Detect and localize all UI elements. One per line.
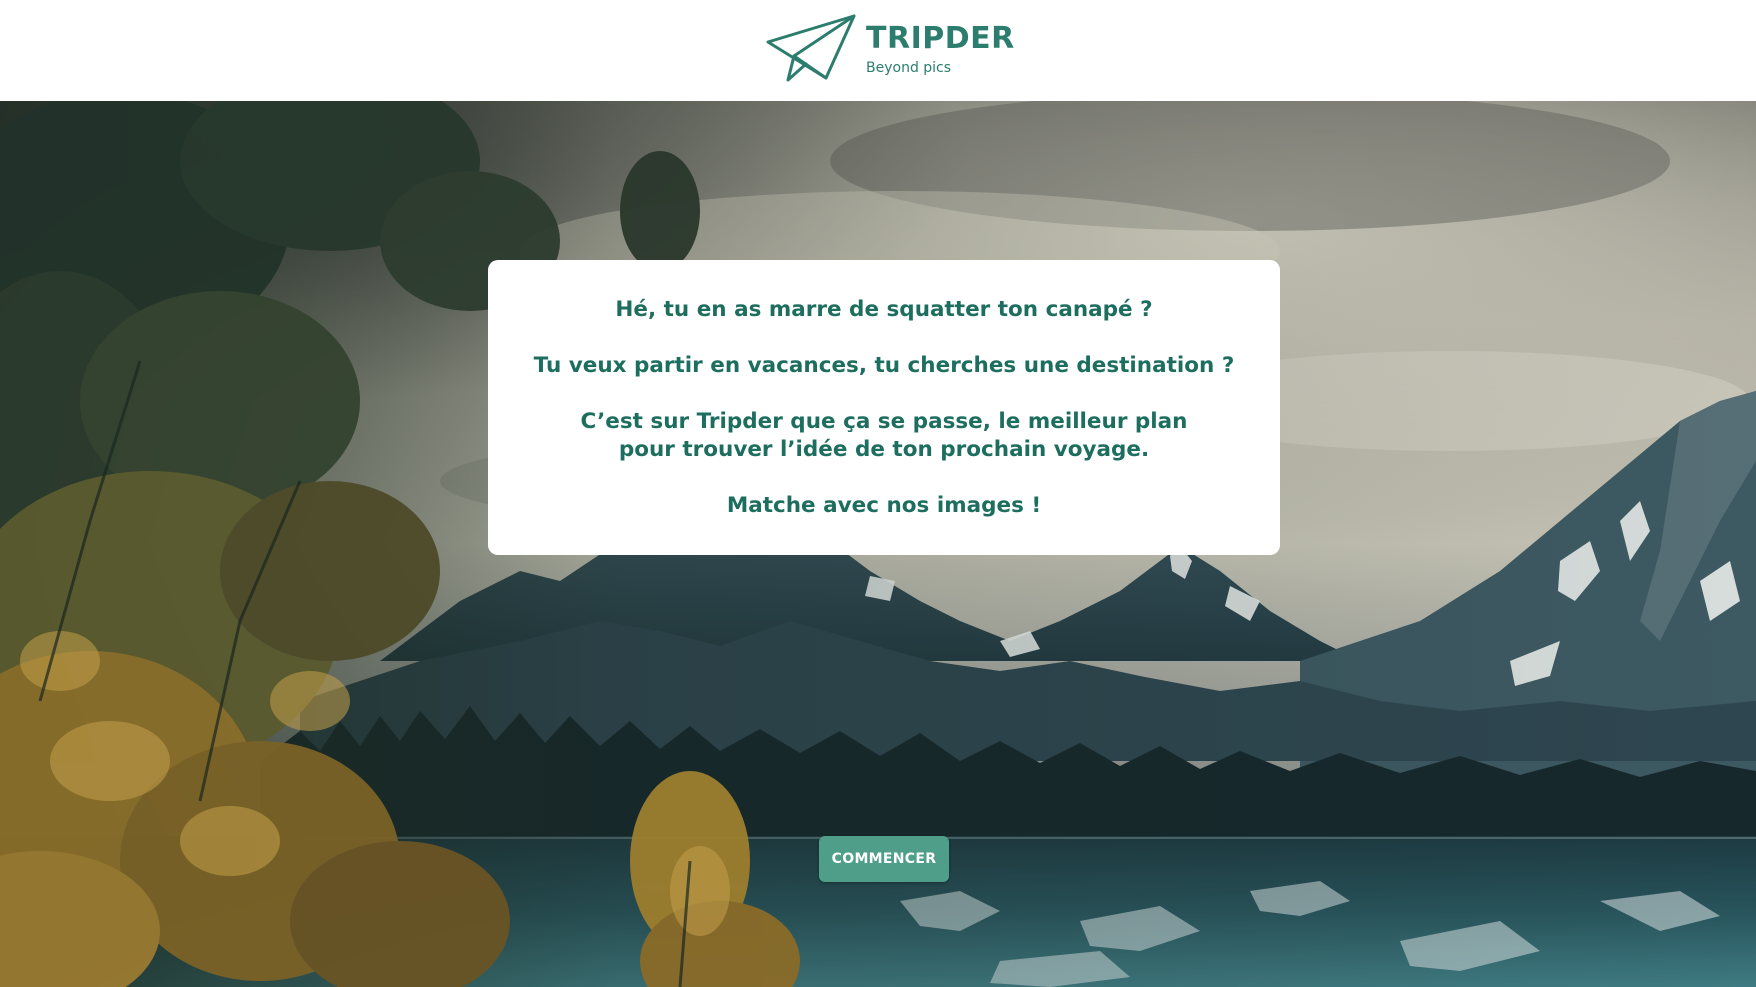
brand-tagline: Beyond pics bbox=[866, 60, 952, 76]
brand-name: TRIPDER bbox=[866, 21, 1015, 56]
welcome-line-2: Tu veux partir en vacances, tu cherches … bbox=[533, 353, 1235, 378]
welcome-line-4: Matche avec nos images ! bbox=[726, 493, 1042, 518]
landing-page: TRIPDER Beyond pics Hé, tu en as marre d… bbox=[0, 0, 1756, 987]
welcome-line-1: Hé, tu en as marre de squatter ton canap… bbox=[615, 297, 1153, 322]
start-button[interactable]: COMMENCER bbox=[819, 836, 949, 882]
paper-plane-icon bbox=[766, 14, 856, 82]
welcome-card: Hé, tu en as marre de squatter ton canap… bbox=[488, 260, 1280, 555]
welcome-line-3: C’est sur Tripder que ça se passe, le me… bbox=[580, 409, 1188, 462]
site-header: TRIPDER Beyond pics bbox=[0, 0, 1756, 101]
logo[interactable]: TRIPDER Beyond pics bbox=[766, 14, 1015, 84]
